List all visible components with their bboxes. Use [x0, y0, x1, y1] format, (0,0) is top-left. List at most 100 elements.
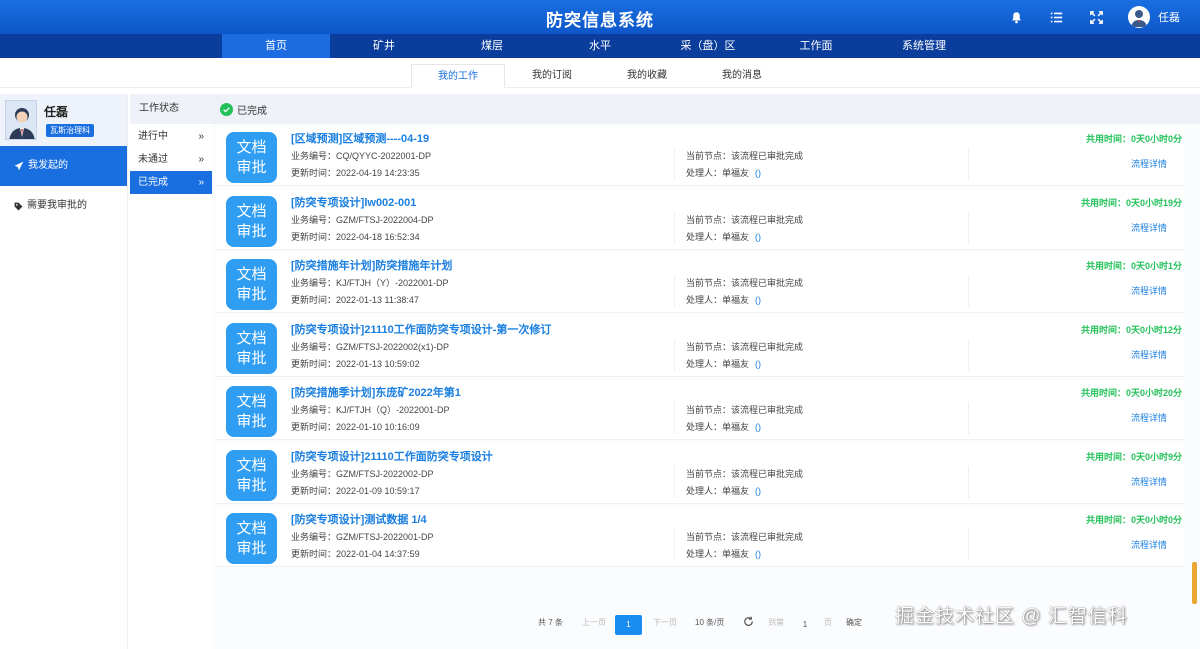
user-avatar[interactable] [1128, 6, 1150, 28]
tab-my-messages[interactable]: 我的消息 [695, 64, 789, 88]
sidebar-item-label: 我发起的 [28, 160, 68, 171]
workflow-card[interactable]: 文档 审批 [区域预测]区域预测----04-19 业务编号：CQ/QYYC-2022… [216, 126, 1184, 186]
doc-approval-badge: 文档 审批 [226, 513, 277, 564]
workflow-card[interactable]: 文档 审批 [防突专项设计]lw002-001 业务编号：GZM/FTSJ-20220… [216, 190, 1184, 250]
doc-approval-badge: 文档 审批 [226, 259, 277, 310]
badge-line: 文档 [236, 203, 267, 220]
nav-home[interactable]: 首页 [222, 34, 330, 58]
workflow-card[interactable]: 文档 审批 [防突措施季计划]东庞矿2022年第1 业务编号：KJ/FTJH（Q）-2… [216, 380, 1184, 440]
nav-mine[interactable]: 矿井 [330, 34, 438, 58]
tab-my-work[interactable]: 我的工作 [411, 64, 505, 88]
total-count: 共 7 条 [538, 618, 563, 627]
card-title-link[interactable]: [防突专项设计]lw002-001 [291, 194, 416, 210]
sub-tabs: 我的工作 我的订阅 我的收藏 我的消息 [0, 58, 1200, 88]
workflow-card[interactable]: 文档 审批 [防突措施年计划]防突措施年计划 业务编号：KJ/FTJH（Y）-2022… [216, 253, 1184, 313]
divider [968, 275, 969, 307]
status-label: 未通过 [138, 154, 168, 165]
status-completed[interactable]: 已完成 » [130, 171, 212, 194]
refresh-icon[interactable] [743, 616, 754, 629]
divider [674, 148, 675, 180]
nav-system-admin[interactable]: 系统管理 [870, 34, 978, 58]
bell-icon[interactable] [1008, 9, 1024, 25]
duration-text: 共用时间：0天0小时19分 [1080, 198, 1182, 208]
card-title-link[interactable]: [防突措施年计划]防突措施年计划 [291, 257, 452, 273]
divider [968, 339, 969, 371]
handler: 处理人：单福友 () [686, 547, 761, 560]
card-title-link[interactable]: [防突措施季计划]东庞矿2022年第1 [291, 384, 461, 400]
process-detail-link[interactable]: 流程详情 [1131, 284, 1167, 297]
current-node: 当前节点：该流程已审批完成 [686, 215, 804, 225]
current-node: 当前节点：该流程已审批完成 [686, 405, 804, 415]
sidebar-item-label: 需要我审批的 [27, 200, 87, 211]
tab-my-favorites[interactable]: 我的收藏 [600, 64, 694, 88]
status-rejected[interactable]: 未通过 » [130, 148, 212, 171]
check-circle-icon [220, 102, 233, 116]
header-user-name[interactable]: 任磊 [1158, 9, 1180, 25]
divider [674, 402, 675, 434]
sidebar-item-need-approval[interactable]: 需要我审批的 [0, 186, 127, 226]
current-node: 当前节点：该流程已审批完成 [686, 151, 804, 161]
badge-line: 审批 [236, 286, 267, 303]
nav-coal-seam[interactable]: 煤层 [438, 34, 546, 58]
process-detail-link[interactable]: 流程详情 [1131, 221, 1167, 234]
business-code: 业务编号：GZM/FTSJ-2022002-DP [291, 469, 434, 479]
workflow-card[interactable]: 文档审批 [防突专项设计]测试数据 1/4 业务编号：GZM/FTSJ-202200… [216, 507, 1184, 567]
current-node: 当前节点：该流程已审批完成 [686, 532, 804, 542]
divider [674, 529, 675, 561]
page-1-button[interactable]: 1 [615, 615, 642, 635]
badge-line: 审批 [236, 540, 267, 557]
business-code: 业务编号：GZM/FTSJ-2022001-DP [291, 532, 434, 542]
workflow-card[interactable]: 文档 审批 [防突专项设计]21110工作面防突专项设计 业务编号：GZM/FTSJ-… [216, 444, 1184, 504]
nav-working-face[interactable]: 工作面 [762, 34, 870, 58]
fullscreen-icon[interactable] [1088, 9, 1104, 25]
process-detail-link[interactable]: 流程详情 [1131, 475, 1167, 488]
main-heading-bar: 已完成 [212, 94, 1200, 124]
nav-level[interactable]: 水平 [546, 34, 654, 58]
card-title-link[interactable]: [防突专项设计]21110工作面防突专项设计 [291, 448, 493, 464]
process-detail-link[interactable]: 流程详情 [1131, 348, 1167, 361]
update-time: 更新时间：2022-01-09 10:59:17 [291, 486, 420, 496]
workflow-card[interactable]: 文档 审批 [防突专项设计]21110工作面防突专项设计-第一次修订 业务编号：GZM… [216, 317, 1184, 377]
handler: 处理人：单福友 () [686, 166, 761, 179]
user-card: 任磊 瓦斯治理科 [0, 94, 127, 146]
badge-line: 审批 [236, 350, 267, 367]
doc-approval-badge: 文档 审批 [226, 196, 277, 247]
doc-approval-badge: 文档 审批 [226, 132, 277, 183]
status-in-progress[interactable]: 进行中 » [130, 125, 212, 148]
header-tools: 任磊 [1008, 0, 1200, 34]
badge-line: 文档 [236, 139, 267, 156]
process-detail-link[interactable]: 流程详情 [1131, 411, 1167, 424]
next-page-button[interactable]: 下一页 [653, 617, 677, 628]
update-time: 更新时间：2022-04-18 16:52:34 [291, 232, 420, 242]
current-node: 当前节点：该流程已审批完成 [686, 469, 804, 479]
card-title-link[interactable]: [区域预测]区域预测----04-19 [291, 130, 429, 146]
divider [674, 212, 675, 244]
handler-label: 处理人：单福友 [686, 422, 750, 432]
sidebar-item-initiated[interactable]: 我发起的 [0, 146, 127, 186]
scrollbar-thumb[interactable] [1192, 562, 1197, 604]
status-heading: 工作状态 [130, 94, 212, 124]
list-icon[interactable] [1048, 9, 1064, 25]
handler: 处理人：单福友 () [686, 230, 761, 243]
process-detail-link[interactable]: 流程详情 [1131, 538, 1167, 551]
duration-text: 共用时间：0天0小时20分 [1080, 388, 1182, 398]
badge-line: 审批 [236, 477, 267, 494]
process-detail-link[interactable]: 流程详情 [1131, 157, 1167, 170]
app-header: 防突信息系统 任磊 [0, 0, 1200, 34]
handler-paren: () [755, 486, 762, 496]
card-title-link[interactable]: [防突专项设计]测试数据 1/4 [291, 511, 427, 527]
goto-confirm-button[interactable]: 确定 [846, 617, 862, 628]
badge-line: 文档 [236, 520, 267, 537]
update-time: 更新时间：2022-01-04 14:37:59 [291, 549, 420, 559]
current-node: 当前节点：该流程已审批完成 [686, 278, 804, 288]
goto-page-input[interactable] [796, 616, 814, 632]
nav-mining-area[interactable]: 采（盘）区 [654, 34, 762, 58]
card-title-link[interactable]: [防突专项设计]21110工作面防突专项设计-第一次修订 [291, 321, 551, 337]
handler-label: 处理人：单福友 [686, 295, 750, 305]
page-size-select[interactable]: 10 条/页 [695, 617, 724, 628]
prev-page-button[interactable]: 上一页 [582, 617, 606, 628]
badge-line: 文档 [236, 330, 267, 347]
duration-text: 共用时间：0天0小时0分 [1085, 515, 1182, 525]
tab-my-subscriptions[interactable]: 我的订阅 [505, 64, 599, 88]
handler-paren: () [755, 168, 762, 178]
